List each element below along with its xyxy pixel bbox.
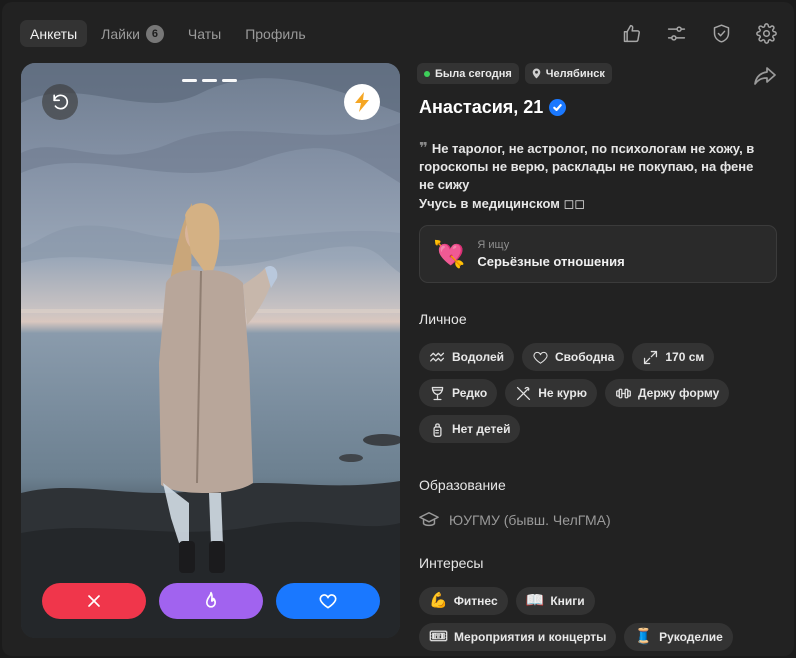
tag-label: Держу форму bbox=[637, 386, 720, 400]
aquarius-icon bbox=[430, 352, 445, 362]
tag-label: Мероприятия и концерты bbox=[454, 630, 607, 644]
interest-tag: 🎟 Мероприятия и концерты bbox=[419, 623, 617, 651]
looking-for-text: Я ищу Серьёзные отношения bbox=[477, 239, 624, 269]
profile-details: Была сегодня Челябинск Анастасия, 21 ❞ Не… bbox=[417, 63, 777, 651]
profile-photo[interactable] bbox=[21, 63, 400, 638]
sliders-icon[interactable] bbox=[664, 21, 688, 45]
shield-check-icon[interactable] bbox=[709, 21, 733, 45]
graduation-cap-icon bbox=[419, 512, 439, 527]
education-item: ЮУГМУ (бывш. ЧелГМА) bbox=[419, 511, 611, 529]
looking-for-card: 💘 Я ищу Серьёзные отношения bbox=[419, 225, 777, 283]
profile-name: Анастасия, 21 bbox=[419, 97, 567, 118]
lightning-icon bbox=[355, 92, 369, 112]
thumbs-up-icon[interactable] bbox=[619, 21, 643, 45]
name-age-text: Анастасия, 21 bbox=[419, 97, 544, 117]
app-window: Анкеты Лайки 6 Чаты Профиль Была сегодня… bbox=[2, 2, 794, 656]
undo-button[interactable] bbox=[42, 84, 78, 120]
tag-zodiac: Водолей bbox=[419, 343, 515, 371]
flexed-arm-icon: 💪 bbox=[429, 592, 448, 609]
tag-label: Рукоделие bbox=[659, 630, 723, 644]
tag-fitness: Держу форму bbox=[604, 379, 730, 407]
wine-glass-icon bbox=[431, 386, 444, 400]
heart-icon bbox=[319, 594, 337, 609]
tab-likes[interactable]: Лайки 6 bbox=[91, 20, 174, 47]
tag-label: Водолей bbox=[452, 350, 505, 364]
status-chips: Была сегодня Челябинск bbox=[417, 63, 777, 84]
tab-profile-label: Профиль bbox=[245, 25, 306, 42]
tab-profiles[interactable]: Анкеты bbox=[20, 20, 88, 47]
looking-for-value: Серьёзные отношения bbox=[477, 254, 625, 269]
expand-icon bbox=[644, 350, 658, 364]
swipe-actions bbox=[42, 583, 380, 619]
boost-button[interactable] bbox=[344, 84, 380, 120]
interest-tag: 💪 Фитнес bbox=[419, 587, 508, 615]
bio-line-text: Не таролог, не астролог, по психологам н… bbox=[419, 141, 755, 192]
last-seen-chip: Была сегодня bbox=[417, 63, 519, 84]
tag-label: Редко bbox=[452, 386, 488, 400]
book-icon: 📖 bbox=[525, 592, 545, 609]
tag-label: Фитнес bbox=[453, 594, 498, 608]
baby-bottle-icon bbox=[433, 422, 442, 437]
tag-label: Нет детей bbox=[452, 422, 511, 436]
tab-profiles-label: Анкеты bbox=[30, 25, 78, 42]
superlike-button[interactable] bbox=[159, 583, 263, 619]
bio-line: ❞ Не таролог, не астролог, по психологам … bbox=[419, 140, 769, 194]
dumbbell-icon bbox=[616, 388, 631, 398]
tab-chats[interactable]: Чаты bbox=[178, 20, 231, 47]
photo-progress-segment bbox=[222, 79, 237, 82]
interest-tag: 📖 Книги bbox=[515, 587, 595, 615]
likes-count-badge: 6 bbox=[145, 24, 164, 43]
quote-icon: ❞ bbox=[419, 140, 428, 157]
thread-spool-icon: 🧵 bbox=[634, 628, 654, 645]
location-pin-icon bbox=[532, 68, 541, 79]
bio-text: ❞ Не таролог, не астролог, по психологам … bbox=[419, 140, 769, 213]
tag-smoking: Не курю bbox=[505, 379, 597, 407]
looking-for-label: Я ищу bbox=[477, 239, 510, 251]
tag-label: 170 см bbox=[665, 350, 705, 364]
tab-likes-label: Лайки bbox=[101, 25, 140, 42]
interest-tags: 💪 Фитнес 📖 Книги 🎟 Мероприятия и концерты 🧵… bbox=[419, 587, 759, 651]
photo-progress-segment bbox=[202, 79, 217, 82]
tag-alcohol: Редко bbox=[419, 379, 498, 407]
city-chip: Челябинск bbox=[524, 63, 612, 84]
tag-height: 170 см bbox=[632, 343, 715, 371]
top-icons bbox=[619, 21, 778, 45]
interests-section-title: Интересы bbox=[419, 555, 484, 571]
personal-tags: Водолей Свободна 170 см Редко Не курю Де… bbox=[419, 343, 749, 443]
top-nav: Анкеты Лайки 6 Чаты Профиль bbox=[20, 20, 316, 47]
tag-label: Не курю bbox=[538, 386, 587, 400]
share-button[interactable] bbox=[753, 66, 777, 86]
tag-children: Нет детей bbox=[419, 415, 521, 443]
like-button[interactable] bbox=[276, 583, 380, 619]
interest-tag: 🧵 Рукоделие bbox=[624, 623, 733, 651]
tag-label: Книги bbox=[550, 594, 585, 608]
undo-icon bbox=[53, 94, 69, 110]
bio-line: Учусь в медицинском ◻◻ bbox=[419, 196, 586, 211]
flame-icon bbox=[206, 591, 216, 608]
heart-arrow-icon: 💘 bbox=[433, 239, 466, 269]
verified-badge-icon bbox=[549, 99, 567, 116]
education-section-title: Образование bbox=[419, 477, 506, 493]
tag-relationship: Свободна bbox=[522, 343, 625, 371]
heart-outline-icon bbox=[533, 351, 548, 364]
tab-chats-label: Чаты bbox=[187, 25, 222, 42]
online-dot bbox=[424, 70, 430, 77]
photo-progress-segment bbox=[182, 79, 197, 82]
dislike-button[interactable] bbox=[42, 583, 146, 619]
photo-scene bbox=[21, 63, 400, 638]
tag-label: Свободна bbox=[555, 350, 615, 364]
education-value: ЮУГМУ (бывш. ЧелГМА) bbox=[449, 512, 611, 528]
photo-progress-bars bbox=[182, 79, 237, 82]
close-icon bbox=[88, 595, 100, 607]
share-icon bbox=[754, 67, 776, 85]
tab-profile[interactable]: Профиль bbox=[235, 20, 315, 47]
personal-section-title: Личное bbox=[419, 311, 467, 327]
ticket-icon: 🎟 bbox=[429, 628, 449, 645]
last-seen-text: Была сегодня bbox=[435, 67, 512, 80]
gear-icon[interactable] bbox=[754, 21, 778, 45]
city-text: Челябинск bbox=[545, 67, 605, 80]
no-smoking-icon bbox=[517, 386, 531, 400]
